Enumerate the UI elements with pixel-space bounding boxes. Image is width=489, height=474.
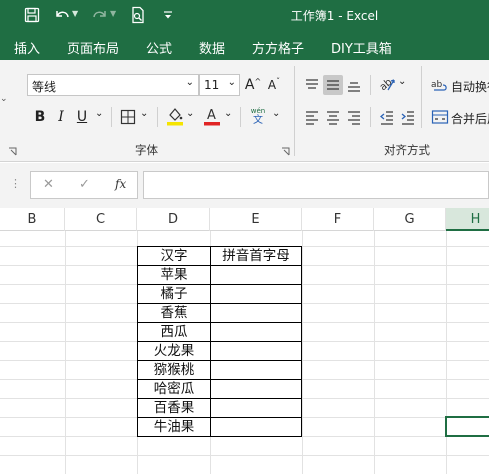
orientation-icon[interactable]: ab xyxy=(377,74,397,94)
cell-d-header[interactable]: 汉字 xyxy=(138,247,210,266)
align-top-icon[interactable] xyxy=(302,75,322,95)
cancel-icon[interactable]: ✕ xyxy=(43,177,54,192)
clipboard-dropdown-icon[interactable]: ⌄ xyxy=(0,94,8,104)
table-row-cell[interactable]: 火龙果 xyxy=(138,342,210,361)
column-header-e[interactable]: E xyxy=(210,208,302,231)
column-header-b[interactable]: B xyxy=(0,208,65,231)
table-row-cell[interactable]: 香蕉 xyxy=(138,304,210,323)
gridline xyxy=(302,231,303,474)
font-size-box[interactable]: 11 ⌄ xyxy=(199,74,240,96)
fill-color-dropdown-icon[interactable]: ⌄ xyxy=(186,108,194,119)
enter-icon[interactable]: ✓ xyxy=(79,177,90,192)
selected-cell[interactable] xyxy=(445,416,489,437)
align-right-icon[interactable] xyxy=(344,107,364,127)
borders-icon[interactable] xyxy=(118,107,138,127)
gridline xyxy=(446,231,447,474)
function-buttons-box: ✕ ✓ fx xyxy=(30,171,138,199)
phonetic-guide-button[interactable]: wén 文 xyxy=(248,106,268,126)
window-title: 工作簿1 - Excel xyxy=(290,9,379,23)
separator xyxy=(370,75,371,95)
wrap-text-button[interactable]: 自动换行 xyxy=(451,78,489,95)
align-bottom-icon[interactable] xyxy=(344,75,364,95)
table-row-cell[interactable]: 苹果 xyxy=(138,266,210,285)
table-row-cell[interactable]: 哈密瓜 xyxy=(138,380,210,399)
table-row-cell[interactable]: 西瓜 xyxy=(138,323,210,342)
fill-color-swatch xyxy=(167,122,183,126)
ribbon-panel: ⌄ 等线 ⌄ 11 ⌄ A ^ Aˇ B I U ⌄ ⌄ ⌄ A ⌄ wén 文 … xyxy=(0,60,489,162)
svg-text:A: A xyxy=(207,108,216,123)
borders-dropdown-icon[interactable]: ⌄ xyxy=(140,108,148,119)
cell-e-header[interactable]: 拼音首字母 xyxy=(211,247,301,266)
font-color-icon[interactable]: A xyxy=(202,106,222,126)
title-bar: ▼ ▼ 工作簿1 - Excel xyxy=(0,0,489,31)
tab-page-layout[interactable]: 页面布局 xyxy=(67,38,119,57)
separator xyxy=(111,107,112,127)
font-name-value: 等线 xyxy=(32,80,57,94)
separator xyxy=(157,107,158,127)
italic-button[interactable]: I xyxy=(51,107,71,127)
merge-center-icon[interactable] xyxy=(430,107,450,127)
column-header-c[interactable]: C xyxy=(65,208,137,231)
alignment-group-label: 对齐方式 xyxy=(384,143,430,157)
bold-button[interactable]: B xyxy=(30,107,50,127)
separator xyxy=(240,107,241,127)
align-left-icon[interactable] xyxy=(302,107,322,127)
grow-font-label: A xyxy=(244,77,255,93)
separator xyxy=(421,66,422,128)
column-header-g[interactable]: G xyxy=(374,208,446,231)
shrink-font-button[interactable]: Aˇ xyxy=(264,75,284,95)
underline-button[interactable]: U xyxy=(72,107,92,127)
decrease-indent-icon[interactable] xyxy=(377,107,397,127)
name-box-grip-icon[interactable]: ⋮ xyxy=(10,177,21,190)
table-row-cell[interactable]: 猕猴桃 xyxy=(138,361,210,380)
grow-font-button[interactable]: A ^ xyxy=(243,75,263,95)
phonetic-dropdown-icon[interactable]: ⌄ xyxy=(272,108,280,119)
align-center-icon[interactable] xyxy=(323,107,343,127)
align-middle-icon[interactable] xyxy=(323,75,343,95)
gridline xyxy=(65,231,66,474)
svg-text:ab: ab xyxy=(431,80,443,90)
formula-bar: ⋮ ✕ ✓ fx xyxy=(0,163,489,208)
gridline xyxy=(374,231,375,474)
column-header-d[interactable]: D xyxy=(137,208,210,231)
column-header-h[interactable]: H xyxy=(446,208,489,231)
ribbon-tabs: 插入 页面布局 公式 数据 方方格子 DIY工具箱 xyxy=(0,31,489,60)
increase-indent-icon[interactable] xyxy=(398,107,418,127)
clipboard-launcher-icon[interactable] xyxy=(8,147,17,156)
worksheet-grid[interactable]: B C D E F G H 汉字 拼音首字母 苹果 橘子 香蕉 西瓜 火龙果 猕… xyxy=(0,208,489,474)
column-header-row: B C D E F G H xyxy=(0,208,489,231)
font-launcher-icon[interactable] xyxy=(281,147,290,156)
font-size-value: 11 xyxy=(204,78,220,92)
wrap-text-icon[interactable]: ab xyxy=(430,75,450,95)
group-separator xyxy=(294,66,295,156)
font-name-dropdown-icon[interactable]: ⌄ xyxy=(186,77,194,88)
formula-input[interactable] xyxy=(143,171,489,199)
font-name-box[interactable]: 等线 ⌄ xyxy=(27,74,199,96)
orientation-dropdown-icon[interactable]: ⌄ xyxy=(398,76,406,87)
tab-diy-toolbox[interactable]: DIY工具箱 xyxy=(331,38,392,57)
underline-dropdown-icon[interactable]: ⌄ xyxy=(95,108,103,119)
fill-color-icon[interactable] xyxy=(165,106,185,126)
table-row-cell[interactable]: 牛油果 xyxy=(138,418,210,437)
tab-fangfang-gezi[interactable]: 方方格子 xyxy=(252,38,304,57)
column-header-f[interactable]: F xyxy=(302,208,374,231)
insert-function-button[interactable]: fx xyxy=(115,177,126,191)
phonetic-bottom-label: 文 xyxy=(253,115,263,126)
merge-center-button[interactable]: 合并后居中 xyxy=(451,110,489,127)
gridline xyxy=(0,455,489,456)
tab-insert[interactable]: 插入 xyxy=(14,38,40,57)
font-color-dropdown-icon[interactable]: ⌄ xyxy=(224,108,232,119)
shrink-font-label: A xyxy=(267,78,277,92)
svg-text:ab: ab xyxy=(378,77,394,93)
font-group-label: 字体 xyxy=(135,143,158,157)
font-size-dropdown-icon[interactable]: ⌄ xyxy=(228,77,236,88)
table-row-cell[interactable]: 橘子 xyxy=(138,285,210,304)
tab-formulas[interactable]: 公式 xyxy=(146,38,172,57)
separator xyxy=(370,107,371,127)
table-row-cell[interactable]: 百香果 xyxy=(138,399,210,418)
tab-data[interactable]: 数据 xyxy=(199,38,225,57)
